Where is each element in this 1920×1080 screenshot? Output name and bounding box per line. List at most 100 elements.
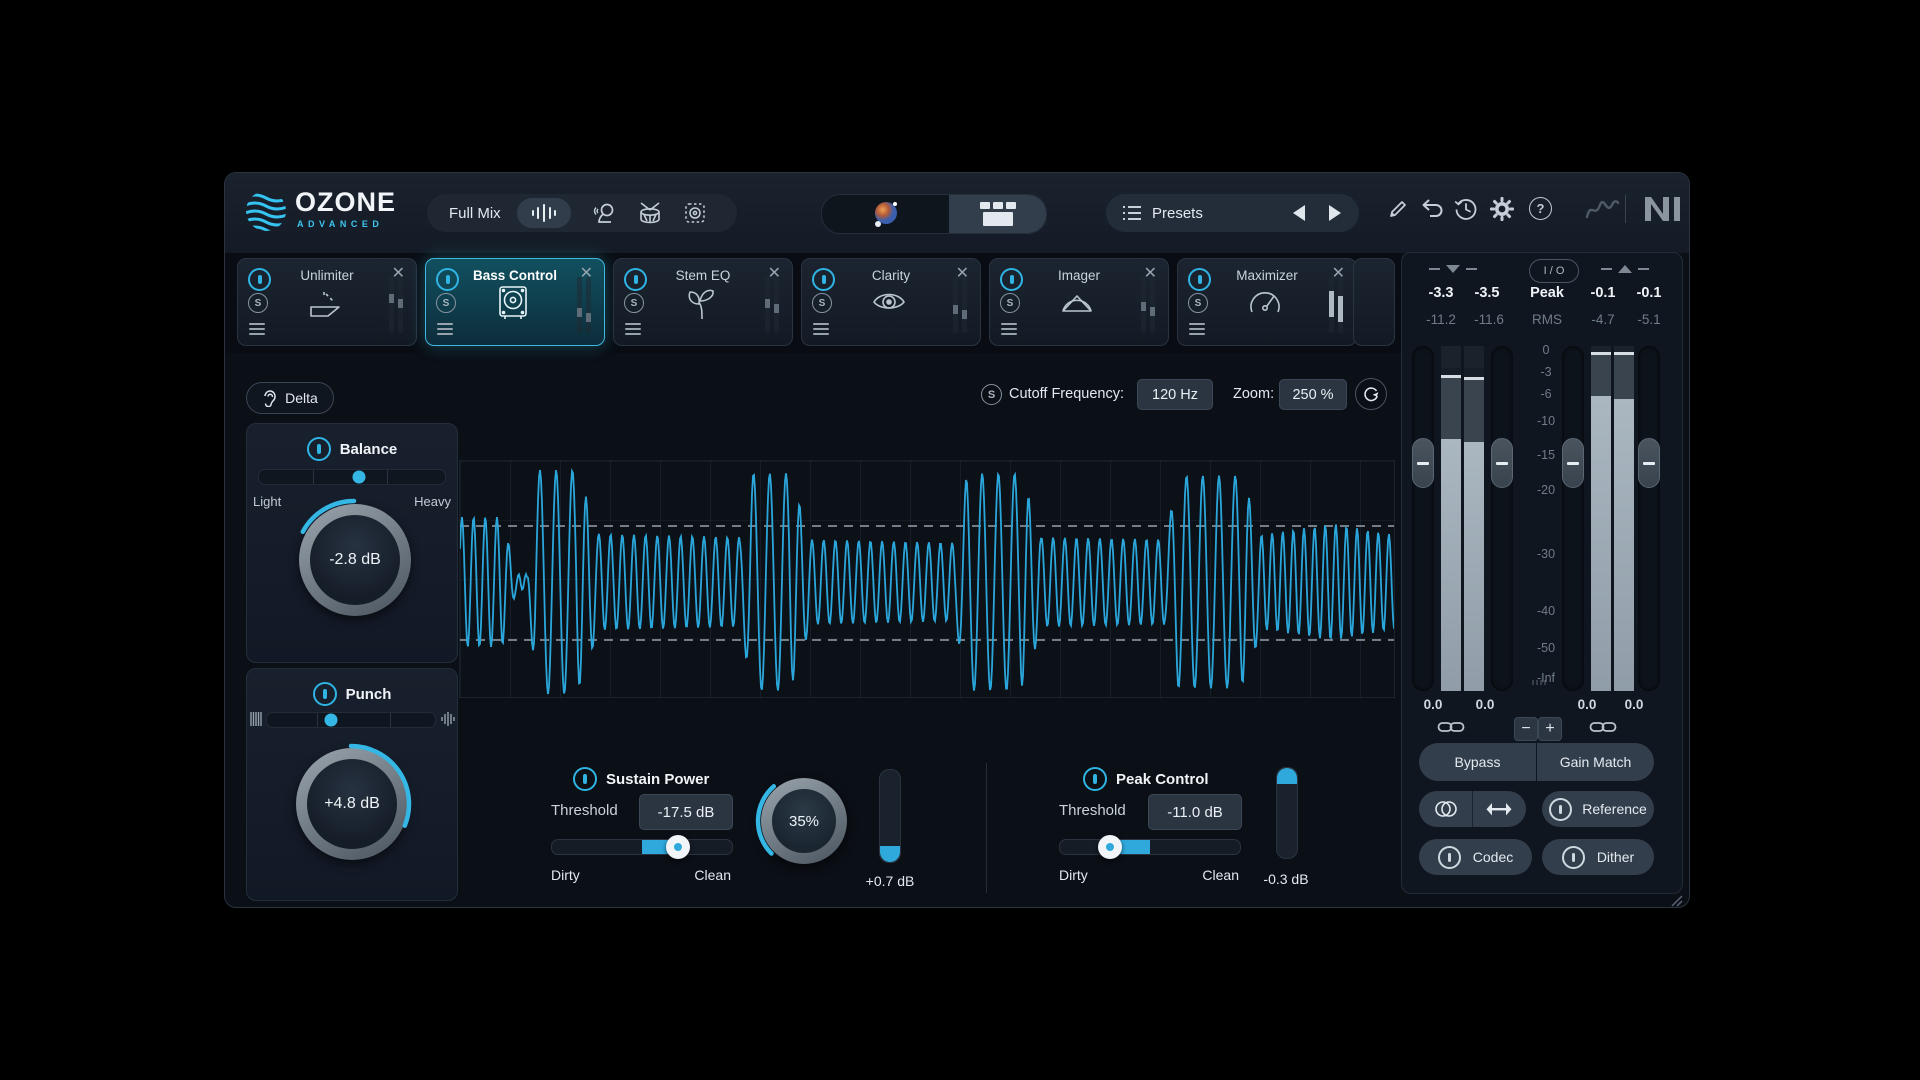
divider: [1625, 195, 1626, 223]
bass-control-icon: [491, 281, 535, 325]
preset-prev-icon[interactable]: [1293, 205, 1305, 221]
balance-power-toggle[interactable]: [307, 437, 331, 461]
output-link-icon[interactable]: [1589, 719, 1617, 735]
punch-knob[interactable]: +4.8 dB: [296, 748, 408, 860]
output-level-meter-right: [1614, 346, 1634, 691]
punch-power-toggle[interactable]: [313, 682, 337, 706]
sustain-power-toggle[interactable]: [573, 767, 597, 791]
mix-label[interactable]: Full Mix: [449, 205, 501, 222]
sustain-slider[interactable]: [551, 839, 733, 855]
undo-icon[interactable]: [1419, 198, 1445, 220]
gain-match-button[interactable]: Gain Match: [1537, 743, 1654, 781]
input-fader-left-track[interactable]: [1412, 346, 1434, 691]
codec-button[interactable]: Codec: [1419, 839, 1532, 875]
tab-menu-icon[interactable]: [1189, 323, 1205, 335]
tab-meter-left: [765, 277, 770, 333]
sustain-threshold-value[interactable]: -17.5 dB: [639, 794, 733, 830]
loop-playback-icon[interactable]: [1355, 378, 1387, 410]
output-fader-value-right: 0.0: [1614, 697, 1654, 712]
dither-power-toggle[interactable]: [1562, 846, 1585, 869]
meter-zoom-out-button[interactable]: −: [1514, 717, 1538, 741]
delta-label: Delta: [285, 390, 318, 406]
tab-meter-right: [774, 277, 779, 333]
input-rms-left: -11.2: [1415, 312, 1467, 327]
input-collapse-control[interactable]: [1429, 265, 1477, 273]
module-tab-maximizer[interactable]: Maximizer✕S: [1177, 258, 1357, 346]
history-icon[interactable]: [1453, 196, 1479, 222]
punch-panel: Punch +4.8 dB: [246, 668, 458, 901]
module-tab-bass-control[interactable]: Bass Control✕S: [425, 258, 605, 346]
input-link-icon[interactable]: [1437, 719, 1465, 735]
module-tab-stem-eq[interactable]: Stem EQ✕S: [613, 258, 793, 346]
cutoff-frequency-value[interactable]: 120 Hz: [1137, 379, 1213, 410]
dither-button[interactable]: Dither: [1542, 839, 1654, 875]
delta-button[interactable]: Delta: [246, 382, 334, 414]
balance-min-label: Light: [253, 494, 281, 509]
io-badge[interactable]: I / O: [1529, 259, 1579, 283]
preset-next-icon[interactable]: [1329, 205, 1341, 221]
tab-meter-right: [1150, 277, 1155, 333]
tab-solo-button[interactable]: S: [624, 293, 644, 313]
sustain-amount-knob[interactable]: 35%: [761, 778, 847, 864]
tab-meter-right: [586, 277, 591, 333]
codec-power-toggle[interactable]: [1438, 846, 1461, 869]
module-tab-unlimiter[interactable]: Unlimiter✕S: [237, 258, 417, 346]
module-tab-clarity[interactable]: Clarity✕S: [801, 258, 981, 346]
balance-knob[interactable]: -2.8 dB: [299, 504, 411, 616]
waveform-icon[interactable]: [517, 198, 571, 228]
meter-zoom-in-button[interactable]: +: [1538, 717, 1562, 741]
tab-solo-button[interactable]: S: [1188, 293, 1208, 313]
punch-slider[interactable]: [266, 712, 436, 728]
tab-menu-icon[interactable]: [437, 323, 453, 335]
balance-panel: Balance Light Heavy -2.8 dB: [246, 423, 458, 663]
peak-threshold-value[interactable]: -11.0 dB: [1148, 794, 1242, 830]
collapse-down-icon: [1446, 265, 1460, 273]
tab-solo-button[interactable]: S: [1000, 293, 1020, 313]
input-fader-left-handle[interactable]: [1412, 438, 1434, 488]
tab-menu-icon[interactable]: [625, 323, 641, 335]
reference-button[interactable]: Reference: [1542, 791, 1654, 827]
input-fader-right-handle[interactable]: [1491, 438, 1513, 488]
preset-list-icon[interactable]: [1123, 206, 1141, 220]
zoom-value[interactable]: 250 %: [1279, 379, 1347, 410]
tab-solo-button[interactable]: S: [812, 293, 832, 313]
modules-view-icon[interactable]: [949, 195, 1046, 233]
output-collapse-control[interactable]: [1601, 265, 1649, 273]
tab-menu-icon[interactable]: [813, 323, 829, 335]
bypass-button[interactable]: Bypass: [1419, 743, 1536, 781]
punch-slider-handle[interactable]: [324, 714, 337, 727]
module-tab-partial[interactable]: [1353, 258, 1395, 346]
cutoff-solo-badge[interactable]: S: [981, 384, 1002, 405]
sustain-slider-handle[interactable]: [666, 835, 690, 859]
peak-slider[interactable]: [1059, 839, 1241, 855]
peak-row-label: Peak: [1521, 285, 1573, 301]
drums-icon[interactable]: [637, 201, 663, 225]
balance-slider-handle[interactable]: [353, 471, 366, 484]
peak-threshold-label: Threshold: [1059, 802, 1126, 819]
bass-amp-icon[interactable]: [683, 201, 707, 225]
edit-pencil-icon[interactable]: [1387, 198, 1409, 220]
reference-power-toggle[interactable]: [1549, 798, 1572, 821]
help-icon[interactable]: ?: [1529, 197, 1552, 220]
stereo-channels-icon[interactable]: [1420, 800, 1473, 818]
assistant-sphere-icon[interactable]: [822, 195, 949, 233]
output-fader-left-track[interactable]: [1562, 346, 1584, 691]
output-fader-right-track[interactable]: [1638, 346, 1660, 691]
resize-grip[interactable]: [1669, 893, 1683, 907]
input-fader-right-track[interactable]: [1491, 346, 1513, 691]
output-fader-right-handle[interactable]: [1638, 438, 1660, 488]
tab-solo-button[interactable]: S: [436, 293, 456, 313]
tab-solo-button[interactable]: S: [248, 293, 268, 313]
settings-gear-icon[interactable]: [1489, 196, 1515, 222]
vocal-icon[interactable]: [593, 201, 617, 225]
peak-slider-handle[interactable]: [1098, 835, 1122, 859]
presets-label[interactable]: Presets: [1152, 205, 1203, 222]
tab-menu-icon[interactable]: [1001, 323, 1017, 335]
peak-power-toggle[interactable]: [1083, 767, 1107, 791]
tab-menu-icon[interactable]: [249, 323, 265, 335]
balance-slider[interactable]: [258, 469, 446, 485]
output-fader-left-handle[interactable]: [1562, 438, 1584, 488]
tab-meter-left: [953, 277, 958, 333]
module-tab-imager[interactable]: Imager✕S: [989, 258, 1169, 346]
swap-channels-icon[interactable]: [1473, 802, 1526, 816]
